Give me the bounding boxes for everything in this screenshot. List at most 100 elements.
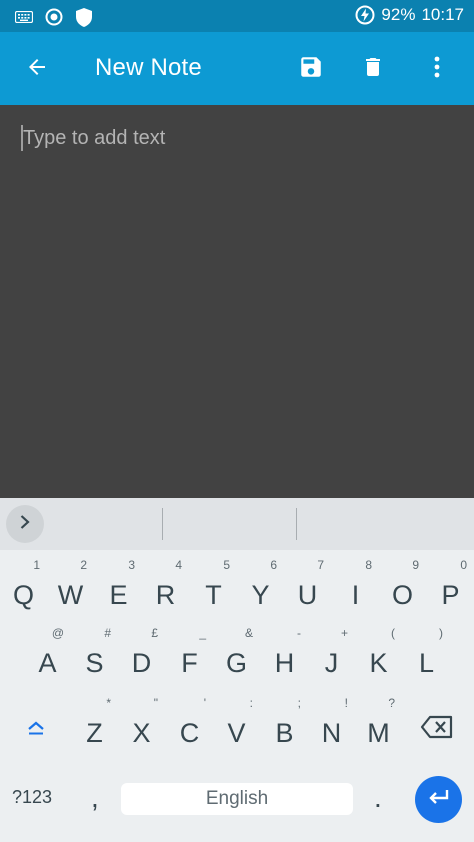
key-u[interactable]: 7U bbox=[284, 556, 331, 616]
delete-button[interactable] bbox=[352, 48, 394, 90]
key-hint: 1 bbox=[33, 558, 40, 572]
key-q[interactable]: 1Q bbox=[0, 556, 47, 616]
key-hint: 2 bbox=[80, 558, 87, 572]
note-placeholder: Type to add text bbox=[23, 127, 166, 149]
period-key[interactable]: . bbox=[374, 782, 382, 814]
chevron-right-icon bbox=[19, 514, 31, 535]
key-s[interactable]: # S bbox=[71, 624, 118, 684]
key-hint: + bbox=[340, 626, 348, 640]
key-h[interactable]: -H bbox=[261, 624, 308, 684]
save-button[interactable] bbox=[290, 48, 332, 90]
back-button[interactable] bbox=[16, 48, 58, 90]
backspace-key[interactable] bbox=[414, 694, 461, 754]
key-hint: & bbox=[244, 626, 253, 640]
clock: 10:17 bbox=[421, 5, 464, 24]
key-hint: _ bbox=[199, 626, 206, 640]
key-hint: : bbox=[249, 696, 253, 710]
key-y[interactable]: 6Y bbox=[237, 556, 284, 616]
key-hint: - bbox=[297, 626, 301, 640]
key-hint: 0 bbox=[460, 558, 467, 572]
key-b[interactable]: ; B bbox=[261, 694, 308, 754]
enter-key[interactable] bbox=[415, 776, 462, 823]
key-i[interactable]: 8I bbox=[332, 556, 379, 616]
key-hint: 9 bbox=[412, 558, 419, 572]
key-e[interactable]: 3E bbox=[95, 556, 142, 616]
key-label: L bbox=[418, 648, 435, 678]
key-n[interactable]: ! N bbox=[308, 694, 355, 754]
key-label: X bbox=[132, 718, 151, 748]
battery-percent: 92% bbox=[381, 5, 416, 24]
key-hint: 6 bbox=[270, 558, 277, 572]
page-title: New Note bbox=[95, 54, 202, 81]
comma-key[interactable]: , bbox=[91, 782, 99, 814]
expand-toolbar-button[interactable] bbox=[6, 505, 44, 543]
key-label: I bbox=[351, 580, 360, 610]
key-label: G bbox=[225, 648, 247, 678]
status-bar: 92% 10:17 bbox=[0, 0, 474, 32]
note-text-area[interactable]: Type to add text bbox=[0, 105, 474, 498]
suggestion-divider bbox=[162, 508, 163, 540]
suggestion-divider bbox=[296, 508, 297, 540]
key-label: R bbox=[155, 580, 176, 610]
key-hint: # bbox=[104, 626, 111, 640]
key-f[interactable]: _ F bbox=[166, 624, 213, 684]
key-d[interactable]: £ D bbox=[118, 624, 165, 684]
record-icon bbox=[44, 7, 64, 27]
enter-icon bbox=[427, 788, 451, 811]
key-hint: 8 bbox=[365, 558, 372, 572]
key-c[interactable]: ' C bbox=[166, 694, 213, 754]
key-label: Y bbox=[251, 580, 270, 610]
key-label: E bbox=[109, 580, 128, 610]
key-p[interactable]: 0P bbox=[427, 556, 474, 616]
key-a[interactable]: @ A bbox=[24, 624, 71, 684]
backspace-icon bbox=[420, 715, 454, 744]
key-label: B bbox=[275, 718, 294, 748]
back-arrow-icon bbox=[25, 55, 49, 84]
delete-icon bbox=[361, 54, 385, 85]
key-j[interactable]: + J bbox=[308, 624, 355, 684]
key-hint: 5 bbox=[223, 558, 230, 572]
key-m[interactable]: ? M bbox=[355, 694, 402, 754]
key-k[interactable]: (K bbox=[355, 624, 402, 684]
key-hint: ? bbox=[388, 696, 395, 710]
key-x[interactable]: " X bbox=[118, 694, 165, 754]
shield-icon bbox=[74, 7, 94, 27]
more-options-button[interactable] bbox=[416, 48, 458, 90]
key-hint: 3 bbox=[128, 558, 135, 572]
key-label: U bbox=[297, 580, 318, 610]
key-hint: 4 bbox=[175, 558, 182, 572]
key-label: J bbox=[324, 648, 339, 678]
key-label: T bbox=[205, 580, 222, 610]
shift-key[interactable] bbox=[12, 694, 59, 754]
key-label: Z bbox=[86, 718, 103, 748]
key-label: A bbox=[38, 648, 57, 678]
key-label: Q bbox=[12, 580, 34, 610]
key-t[interactable]: 5T bbox=[190, 556, 237, 616]
key-label: O bbox=[391, 580, 413, 610]
key-hint: ( bbox=[391, 626, 395, 640]
key-g[interactable]: & G bbox=[213, 624, 260, 684]
key-r[interactable]: 4R bbox=[142, 556, 189, 616]
app-bar: New Note bbox=[0, 32, 474, 105]
key-label: M bbox=[367, 718, 390, 748]
key-label: V bbox=[227, 718, 246, 748]
symbols-key[interactable]: ?123 bbox=[12, 787, 52, 808]
suggestion-strip bbox=[0, 498, 474, 550]
space-bar[interactable]: English bbox=[121, 783, 353, 815]
shift-icon bbox=[26, 720, 46, 741]
key-z[interactable]: * Z bbox=[71, 694, 118, 754]
key-hint: ; bbox=[297, 696, 301, 710]
save-icon bbox=[298, 54, 324, 85]
key-label: C bbox=[179, 718, 200, 748]
key-hint: ) bbox=[439, 626, 443, 640]
key-w[interactable]: 2W bbox=[47, 556, 94, 616]
key-hint: ! bbox=[344, 696, 348, 710]
battery-charging-icon bbox=[355, 5, 375, 25]
key-o[interactable]: 9O bbox=[379, 556, 426, 616]
more-vert-icon bbox=[433, 55, 441, 84]
key-l[interactable]: ) L bbox=[403, 624, 450, 684]
key-v[interactable]: :V bbox=[213, 694, 260, 754]
key-hint: @ bbox=[51, 626, 64, 640]
key-label: N bbox=[321, 718, 342, 748]
key-label: H bbox=[274, 648, 295, 678]
